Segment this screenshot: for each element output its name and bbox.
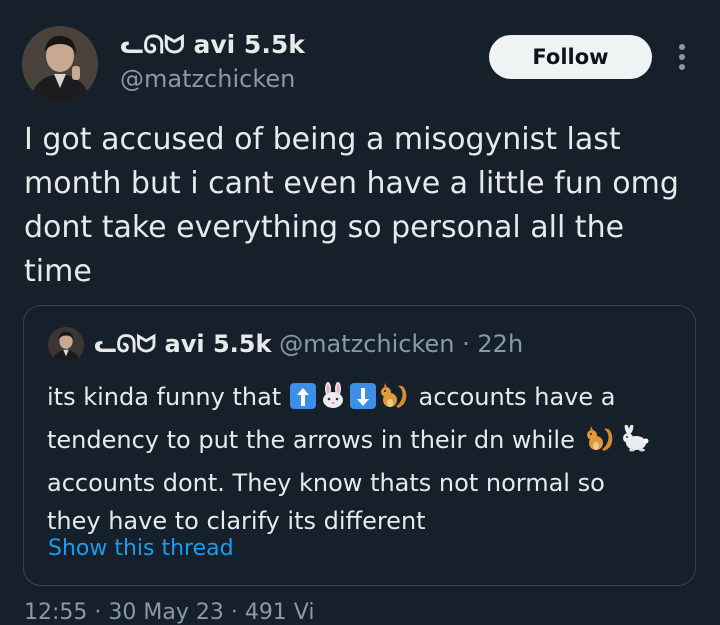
rabbit-face-emoji <box>318 382 348 421</box>
separator-dot: · <box>462 330 470 358</box>
quoted-line: its kinda funny that accounts have a <box>47 378 687 421</box>
tweet-line: I got accused of being a misogynist last <box>24 122 621 157</box>
quoted-author-handle: @matzchicken <box>279 330 455 358</box>
down-arrow-emoji <box>349 383 376 409</box>
avatar-image <box>48 327 84 363</box>
quoted-tweet-time: 22h <box>477 330 524 358</box>
author-avatar[interactable] <box>22 26 98 102</box>
more-vertical-icon[interactable] <box>672 40 692 76</box>
quoted-text-fragment: tendency to put the arrows in their dn w… <box>47 426 575 454</box>
quoted-tweet-text: its kinda funny that accounts have a ten… <box>47 378 687 540</box>
tweet-line: time <box>24 254 92 289</box>
up-arrow-emoji <box>289 383 316 409</box>
tweet-line: dont take everything so personal all the <box>24 210 625 245</box>
squirrel-emoji <box>378 382 410 421</box>
quoted-author-name: ᓚᘏᗢ avi 5.5k <box>94 330 272 358</box>
author-display-name[interactable]: ᓚᘏᗢ avi 5.5k <box>120 30 305 60</box>
quoted-author-avatar <box>48 327 84 363</box>
tweet-text: I got accused of being a misogynist last… <box>24 118 704 294</box>
quoted-line: tendency to put the arrows in their dn w… <box>47 421 687 464</box>
show-thread-link[interactable]: Show this thread <box>48 536 234 561</box>
follow-button[interactable]: Follow <box>489 35 652 79</box>
quoted-line: accounts dont. They know thats not norma… <box>47 469 605 497</box>
quoted-tweet-card[interactable]: ᓚᘏᗢ avi 5.5k @matzchicken · 22h its kind… <box>23 305 696 586</box>
author-handle[interactable]: @matzchicken <box>120 65 295 93</box>
quoted-text-fragment: accounts have a <box>418 383 616 411</box>
avatar-image <box>22 26 98 102</box>
tweet-line: month but i cant even have a little fun … <box>24 166 679 201</box>
quoted-tweet-header: ᓚᘏᗢ avi 5.5k @matzchicken · 22h <box>94 330 523 358</box>
quoted-line: they have to clarify its different <box>47 507 426 535</box>
quoted-text-fragment: its kinda funny that <box>47 383 282 411</box>
rabbit-emoji <box>618 424 650 464</box>
squirrel-emoji <box>584 425 616 464</box>
